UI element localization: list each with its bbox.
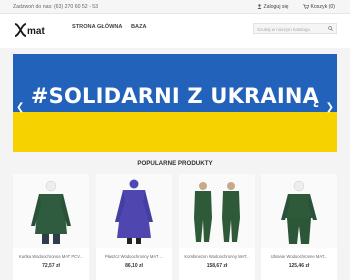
product-image[interactable] [13,174,89,248]
user-icon [257,3,262,9]
banner-yellow-stripe [13,112,337,152]
login-label: Zaloguj się [263,3,289,10]
product-image[interactable] [179,174,255,248]
product-name[interactable]: Ubranie Wodoochronne MAT... [263,254,335,259]
main-nav: STRONA GŁÓWNA BAZA [72,24,154,30]
product-card[interactable]: Kombinezon Wodoochronny MAT... 158,67 zł [179,174,255,280]
main-content: #SOLIDARNI Z UKRAINĄ ❮ ❯ POPULARNE PRODU… [0,48,350,280]
top-bar: Zadzwoń do nas: (63) 270 60 52 - 53 Zalo… [0,0,350,14]
section-title: POPULARNE PRODUKTY [137,160,213,167]
nav-home[interactable]: STRONA GŁÓWNA [72,24,122,30]
search-placeholder: Szukaj w naszym katalogu [257,27,311,32]
product-name[interactable]: Kombinezon Wodoochronny MAT... [181,254,253,259]
product-card[interactable]: Płaszcz Wodoochronny MAT ... 86,10 zł [96,174,172,280]
hero-banner[interactable]: #SOLIDARNI Z UKRAINĄ ❮ ❯ [13,54,337,152]
product-price: 86,10 zł [125,263,143,269]
product-price: 125,46 zł [288,263,310,269]
search-input[interactable]: Szukaj w naszym katalogu [253,23,337,34]
nav-baza[interactable]: BAZA [131,24,147,30]
cart-link[interactable]: Koszyk (0) [303,4,335,10]
contact-phone: Zadzwoń do nas: (63) 270 60 52 - 53 [13,4,99,10]
product-card[interactable]: Kurtka Wodoochronna MAT PCV... 72,57 zł [13,174,89,280]
product-price: 72,57 zł [42,263,60,269]
product-name[interactable]: Płaszcz Wodoochronny MAT ... [98,254,170,259]
product-name[interactable]: Kurtka Wodoochronna MAT PCV... [15,254,87,259]
product-price: 158,67 zł [206,263,228,269]
product-card[interactable]: Ubranie Wodoochronne MAT... 125,46 zł [261,174,337,280]
chevron-right-icon[interactable]: ❯ [326,102,334,113]
cart-icon [303,3,309,9]
mat-logo[interactable]: mat [14,21,48,39]
chevron-left-icon[interactable]: ❮ [16,102,24,113]
logo-text: mat [27,26,45,37]
cart-label: Koszyk (0) [310,3,335,10]
product-image[interactable] [96,174,172,248]
login-link[interactable]: Zaloguj się [257,4,289,10]
product-image[interactable] [261,174,337,248]
header: mat STRONA GŁÓWNA BAZA Szukaj w naszym k… [0,14,350,48]
search-icon[interactable] [328,26,333,31]
banner-slogan: #SOLIDARNI Z UKRAINĄ [30,84,320,108]
